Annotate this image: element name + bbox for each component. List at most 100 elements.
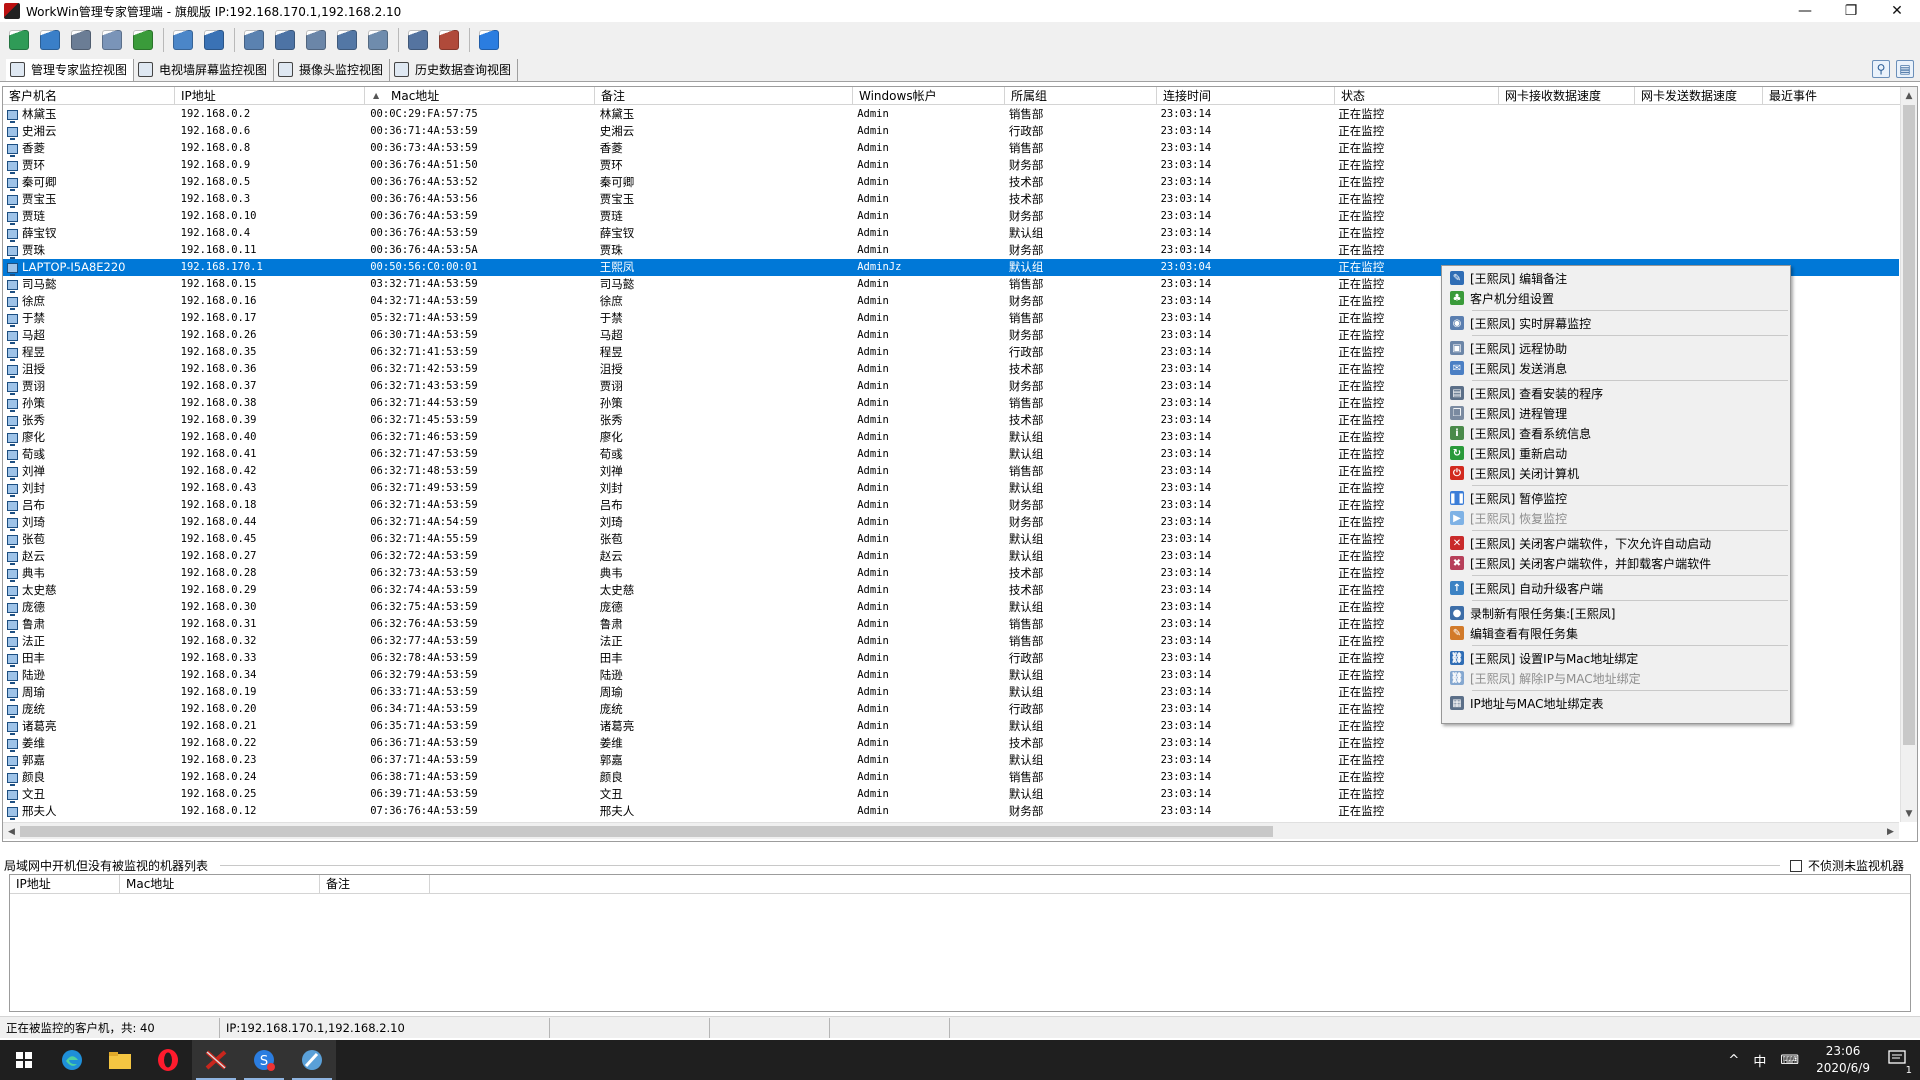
menu-item[interactable]: ♣ 客户机分组设置 [1442, 288, 1790, 308]
tab-history-query-view[interactable]: 历史数据查询视图 [390, 58, 519, 81]
maximize-button[interactable]: ❐ [1828, 0, 1874, 22]
taskbar-sogou[interactable]: S [240, 1040, 288, 1080]
ime-indicator[interactable]: 中 [1746, 1051, 1773, 1070]
menu-item[interactable]: ▣ [王熙凤] 远程协助 [1442, 338, 1790, 358]
menu-separator [1472, 530, 1788, 531]
scroll-down-arrow[interactable]: ▼ [1901, 805, 1917, 822]
taskbar-edge[interactable] [48, 1040, 96, 1080]
table-row[interactable]: 文丑 192.168.0.25 06:39:71:4A:53:59 文丑 Admin 默认… [3, 786, 1899, 803]
table-row[interactable]: 秦可卿 192.168.0.5 00:36:76:4A:53:52 秦可卿 Admin 技… [3, 174, 1899, 191]
column-header[interactable]: Windows帐户 [853, 87, 1005, 105]
column-header[interactable]: 最近事件 [1763, 87, 1903, 105]
table-row[interactable]: 颜良 192.168.0.24 06:38:71:4A:53:59 颜良 Admin 销售… [3, 769, 1899, 786]
menu-item[interactable]: ▤ [王熙凤] 查看安装的程序 [1442, 383, 1790, 403]
column-header[interactable]: 网卡发送数据速度 [1635, 87, 1763, 105]
tray-chevron-icon[interactable]: ^ [1721, 1053, 1746, 1068]
toolbar-button-remote-desktop[interactable] [99, 27, 125, 53]
table-row[interactable]: 郭嘉 192.168.0.23 06:37:71:4A:53:59 郭嘉 Admin 默认… [3, 752, 1899, 769]
toolbar-button-screen-monitor[interactable] [68, 27, 94, 53]
layout-icon[interactable]: ▤ [1896, 60, 1914, 78]
scroll-thumb[interactable] [20, 826, 1273, 837]
menu-item[interactable]: ❚❚ [王熙凤] 暂停监控 [1442, 488, 1790, 508]
column-header-mac[interactable]: Mac地址 [120, 875, 320, 894]
checkbox-box[interactable] [1789, 859, 1802, 872]
no-detect-checkbox[interactable]: 不侦测未监视机器 [1789, 857, 1904, 874]
column-header[interactable]: 状态 [1335, 87, 1499, 105]
menu-item[interactable]: ✎ [王熙凤] 编辑备注 [1442, 268, 1790, 288]
clock[interactable]: 23:06 2020/6/9 [1806, 1043, 1880, 1077]
notification-center-icon[interactable]: 1 [1880, 1050, 1920, 1076]
table-row[interactable]: 贾环 192.168.0.9 00:36:76:4A:51:50 贾环 Admin 财务部… [3, 157, 1899, 174]
table-cell: 陆逊 [599, 668, 623, 682]
grid2-header: IP地址 Mac地址 备注 [10, 875, 1910, 894]
taskbar-workwin[interactable] [192, 1040, 240, 1080]
scroll-thumb[interactable] [1903, 105, 1915, 745]
toolbar-button-process[interactable] [272, 27, 298, 53]
toolbar-button-history[interactable] [334, 27, 360, 53]
toolbar-button-help[interactable] [476, 27, 502, 53]
menu-item[interactable]: ✖ [王熙凤] 关闭客户端软件，并卸载客户端软件 [1442, 553, 1790, 573]
column-header-note[interactable]: 备注 [320, 875, 430, 894]
scroll-right-arrow[interactable]: ▶ [1882, 823, 1899, 840]
menu-item[interactable]: i [王熙凤] 查看系统信息 [1442, 423, 1790, 443]
toolbar-button-refresh[interactable] [6, 27, 32, 53]
menu-item[interactable]: ✎ 编辑查看有限任务集 [1442, 623, 1790, 643]
taskbar-opera[interactable] [144, 1040, 192, 1080]
table-row[interactable]: 邢夫人 192.168.0.12 07:36:76:4A:53:59 邢夫人 Admin… [3, 803, 1899, 820]
column-header[interactable]: 网卡接收数据速度 [1499, 87, 1635, 105]
menu-item[interactable]: ▦ IP地址与MAC地址绑定表 [1442, 693, 1790, 713]
start-button[interactable] [0, 1040, 48, 1080]
table-row[interactable]: 史湘云 192.168.0.6 00:36:71:4A:53:59 史湘云 Admin 行… [3, 123, 1899, 140]
tab-manager-monitor-view[interactable]: 管理专家监控视图 [6, 58, 135, 81]
column-header[interactable]: 所属组 [1005, 87, 1157, 105]
toolbar-button-send-message[interactable] [130, 27, 156, 53]
vertical-scrollbar[interactable]: ▲ ▼ [1900, 87, 1917, 822]
column-header-ip[interactable]: IP地址 [10, 875, 120, 894]
menu-item[interactable]: ⏻ [王熙凤] 关闭计算机 [1442, 463, 1790, 483]
client-name: 诸葛亮 [22, 719, 57, 733]
minimize-button[interactable]: — [1782, 0, 1828, 22]
column-header[interactable]: IP地址 [175, 87, 365, 105]
menu-item[interactable]: ✉ [王熙凤] 发送消息 [1442, 358, 1790, 378]
toolbar-button-globe[interactable] [37, 27, 63, 53]
menu-item[interactable]: ↑ [王熙凤] 自动升级客户端 [1442, 578, 1790, 598]
tab-camera-view[interactable]: 摄像头监控视图 [274, 58, 391, 81]
menu-item[interactable]: ❐ [王熙凤] 进程管理 [1442, 403, 1790, 423]
column-header[interactable]: 客户机名 [3, 87, 175, 105]
scroll-up-arrow[interactable]: ▲ [1901, 87, 1917, 104]
table-row[interactable]: 香菱 192.168.0.8 00:36:73:4A:53:59 香菱 Admin 销售部… [3, 140, 1899, 157]
taskbar-feather-app[interactable] [288, 1040, 336, 1080]
table-row[interactable]: 薛宝钗 192.168.0.4 00:36:76:4A:53:59 薛宝钗 Admin 默… [3, 225, 1899, 242]
table-row[interactable]: 贾珠 192.168.0.11 00:36:76:4A:53:5A 贾珠 Admin 财务… [3, 242, 1899, 259]
horizontal-scrollbar[interactable]: ◀ ▶ [3, 822, 1899, 839]
table-cell [1632, 140, 1760, 157]
toolbar-button-policy[interactable] [201, 27, 227, 53]
menu-item[interactable]: ⛓ [王熙凤] 设置IP与Mac地址绑定 [1442, 648, 1790, 668]
toolbar-button-window[interactable] [405, 27, 431, 53]
table-row[interactable]: 林黛玉 192.168.0.2 00:0C:29:FA:57:75 林黛玉 Admin 销… [3, 106, 1899, 123]
table-row[interactable]: 贾琏 192.168.0.10 00:36:76:4A:53:59 贾琏 Admin 财务… [3, 208, 1899, 225]
toolbar-button-search-log[interactable] [365, 27, 391, 53]
menu-item[interactable]: ✕ [王熙凤] 关闭客户端软件，下次允许自动启动 [1442, 533, 1790, 553]
menu-item[interactable]: ↻ [王熙凤] 重新启动 [1442, 443, 1790, 463]
scroll-left-arrow[interactable]: ◀ [3, 823, 20, 840]
table-cell: 刘封 [599, 481, 623, 495]
toolbar-button-user-group[interactable] [170, 27, 196, 53]
tab-tv-wall-view[interactable]: 电视墙屏幕监控视图 [134, 58, 275, 81]
table-row[interactable]: 贾宝玉 192.168.0.3 00:36:76:4A:53:56 贾宝玉 Admin 技… [3, 191, 1899, 208]
column-header[interactable]: 连接时间 [1157, 87, 1335, 105]
taskbar-file-explorer[interactable] [96, 1040, 144, 1080]
toolbar-button-settings[interactable] [436, 27, 462, 53]
search-icon[interactable]: ⚲ [1872, 60, 1890, 78]
menu-item[interactable]: ● 录制新有限任务集:[王熙凤] [1442, 603, 1790, 623]
table-cell: Admin [857, 159, 889, 171]
keyboard-icon[interactable]: ⌨ [1773, 1053, 1806, 1068]
column-header[interactable]: 备注 [595, 87, 853, 105]
column-header[interactable]: ▲ Mac地址 [365, 87, 595, 105]
table-cell: 192.168.0.21 [180, 720, 257, 732]
toolbar-button-multi-screen[interactable] [241, 27, 267, 53]
close-button[interactable]: ✕ [1874, 0, 1920, 22]
menu-item[interactable]: ◉ [王熙凤] 实时屏幕监控 [1442, 313, 1790, 333]
toolbar-button-camera[interactable] [303, 27, 329, 53]
table-row[interactable]: 姜维 192.168.0.22 06:36:71:4A:53:59 姜维 Admin 技术… [3, 735, 1899, 752]
